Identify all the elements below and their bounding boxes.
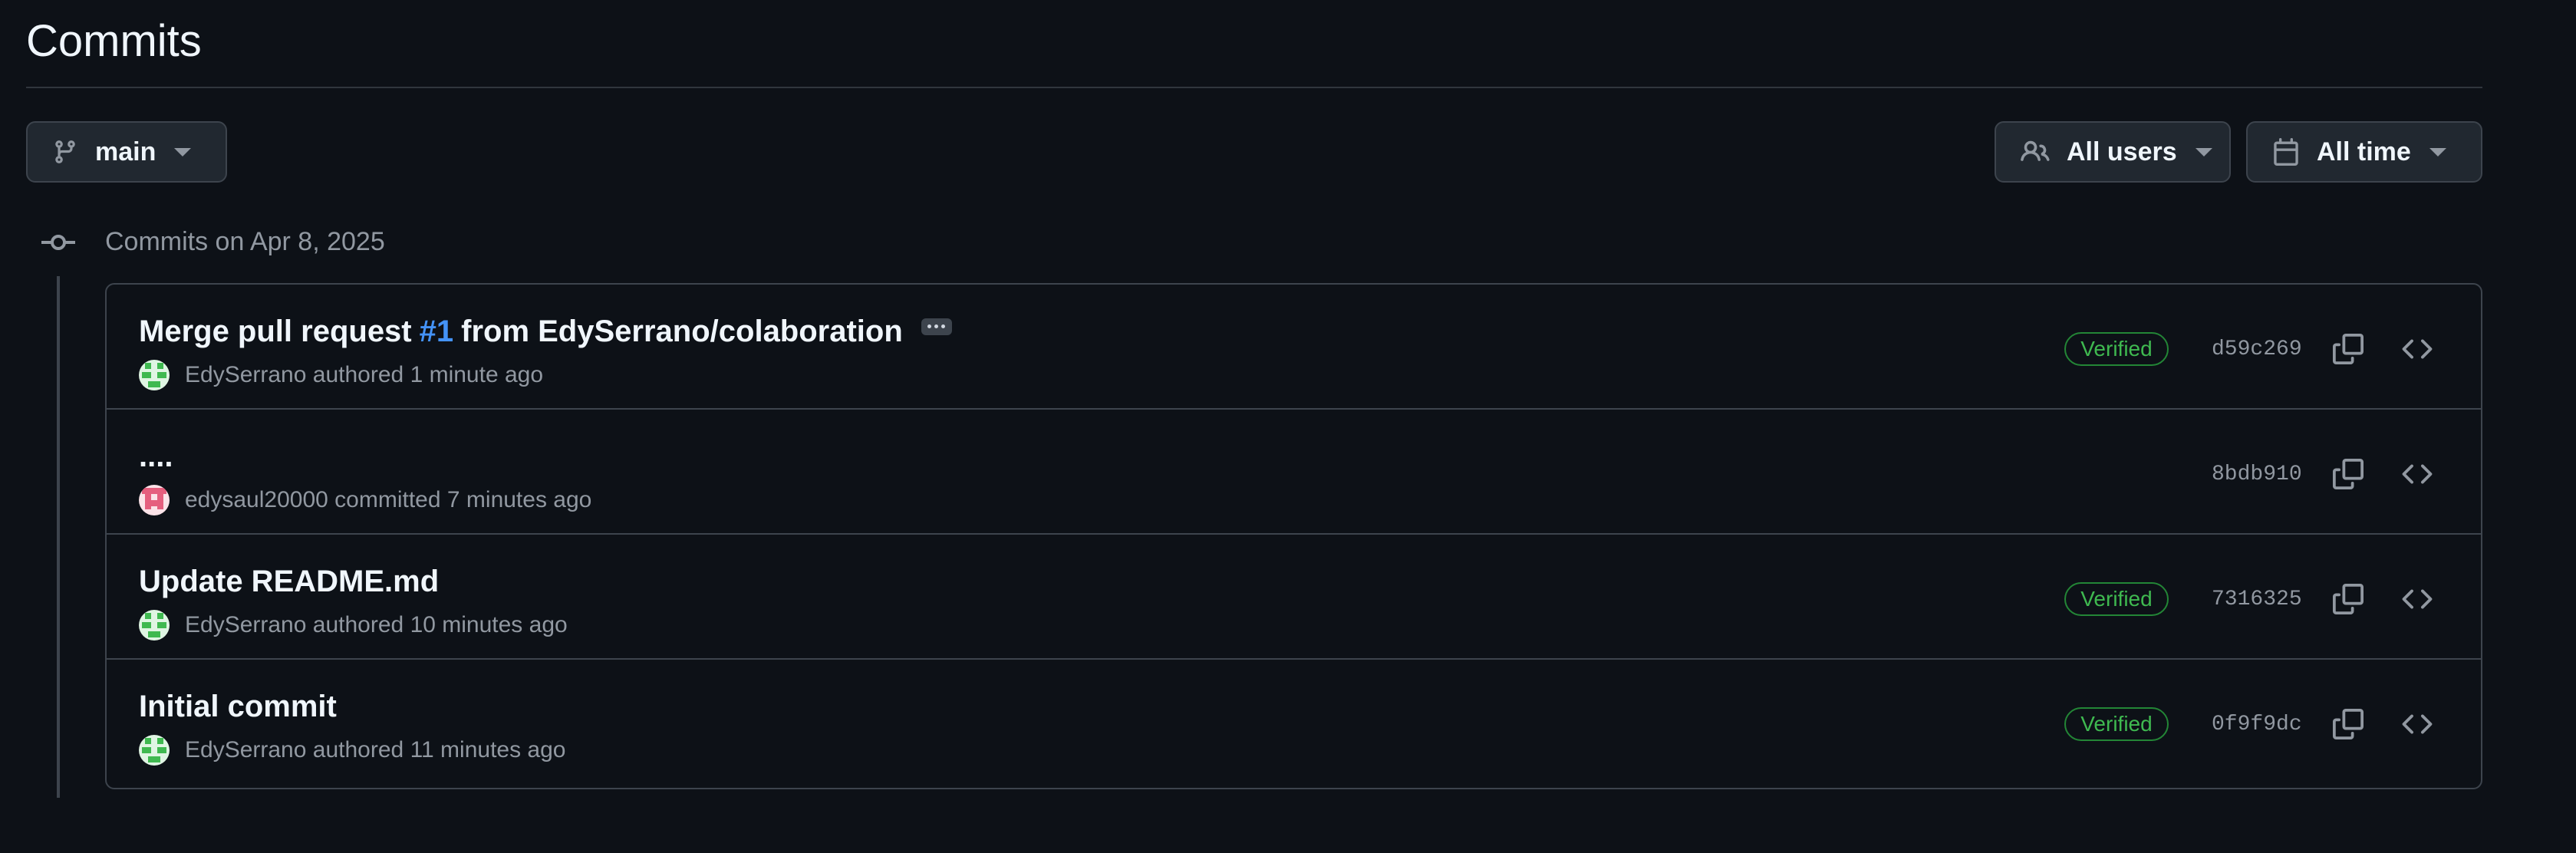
commit-sha[interactable]: 8bdb910	[2212, 458, 2302, 492]
commit-title[interactable]: Initial commit	[139, 687, 337, 726]
chevron-down-icon	[2195, 147, 2212, 156]
commit-title[interactable]: Merge pull request #1 from EdySerrano/co…	[139, 312, 952, 351]
commit-sha[interactable]: 0f9f9dc	[2212, 708, 2302, 742]
time-filter-button[interactable]: All time	[2246, 121, 2482, 183]
commit-time: 7 minutes ago	[446, 487, 592, 512]
commit-action: authored	[312, 362, 404, 387]
verified-badge[interactable]: Verified	[2064, 707, 2169, 741]
copy-icon[interactable]	[2330, 456, 2367, 492]
commit-meta: EdySerrano authored 1 minute ago	[139, 360, 543, 390]
code-icon[interactable]	[2399, 331, 2436, 367]
pull-request-link[interactable]: #1	[420, 312, 454, 351]
people-icon	[2021, 137, 2050, 166]
commit-time: 10 minutes ago	[410, 612, 568, 637]
commit-row: .... edysaul20000 committed 7 minutes ag…	[107, 410, 2481, 535]
commit-time: 11 minutes ago	[410, 737, 566, 762]
avatar[interactable]	[139, 610, 170, 641]
verified-badge[interactable]: Verified	[2064, 332, 2169, 366]
commit-author[interactable]: EdySerrano	[185, 610, 306, 641]
git-commit-icon	[41, 229, 75, 256]
commit-action: authored	[312, 737, 404, 762]
commit-row: Initial commit EdySerrano authored 11 mi…	[107, 660, 2481, 782]
copy-icon[interactable]	[2330, 706, 2367, 743]
commit-row: Update README.md EdySerrano authored 10 …	[107, 535, 2481, 660]
commit-action: committed	[334, 487, 441, 512]
time-filter-label: All time	[2317, 137, 2411, 166]
chevron-down-icon	[174, 147, 192, 156]
users-filter-button[interactable]: All users	[1995, 121, 2231, 183]
commit-list: Merge pull request #1 from EdySerrano/co…	[105, 283, 2482, 789]
avatar[interactable]	[139, 735, 170, 766]
commit-author[interactable]: EdySerrano	[185, 360, 306, 390]
code-icon[interactable]	[2399, 706, 2436, 743]
expand-description-button[interactable]	[921, 318, 952, 335]
commit-meta: EdySerrano authored 11 minutes ago	[139, 735, 565, 766]
calendar-icon	[2272, 138, 2300, 166]
git-branch-icon	[52, 139, 78, 165]
commit-author[interactable]: EdySerrano	[185, 735, 306, 766]
copy-icon[interactable]	[2330, 331, 2367, 367]
code-icon[interactable]	[2399, 456, 2436, 492]
code-icon[interactable]	[2399, 581, 2436, 618]
commit-meta: EdySerrano authored 10 minutes ago	[139, 610, 568, 641]
branch-selector-button[interactable]: main	[26, 121, 227, 183]
timeline-line	[57, 276, 60, 798]
verified-badge[interactable]: Verified	[2064, 582, 2169, 616]
chevron-down-icon	[2429, 147, 2446, 156]
users-filter-label: All users	[2067, 137, 2177, 166]
commit-meta: edysaul20000 committed 7 minutes ago	[139, 485, 591, 515]
copy-icon[interactable]	[2330, 581, 2367, 618]
commit-group-heading: Commits on Apr 8, 2025	[105, 227, 385, 256]
commit-title[interactable]: Update README.md	[139, 562, 439, 601]
commit-sha[interactable]: 7316325	[2212, 583, 2302, 617]
commit-title-text[interactable]: Merge pull request	[139, 312, 412, 351]
commit-sha[interactable]: d59c269	[2212, 333, 2302, 367]
commit-title-text[interactable]: from EdySerrano/colaboration	[461, 312, 903, 351]
commit-action: authored	[312, 612, 404, 637]
avatar[interactable]	[139, 485, 170, 515]
commit-row: Merge pull request #1 from EdySerrano/co…	[107, 285, 2481, 410]
title-divider	[26, 87, 2482, 88]
avatar[interactable]	[139, 360, 170, 390]
page-title: Commits	[26, 16, 202, 66]
branch-label: main	[95, 137, 156, 166]
commit-title[interactable]: ....	[139, 437, 173, 476]
commit-time: 1 minute ago	[410, 362, 544, 387]
commit-author[interactable]: edysaul20000	[185, 485, 328, 515]
